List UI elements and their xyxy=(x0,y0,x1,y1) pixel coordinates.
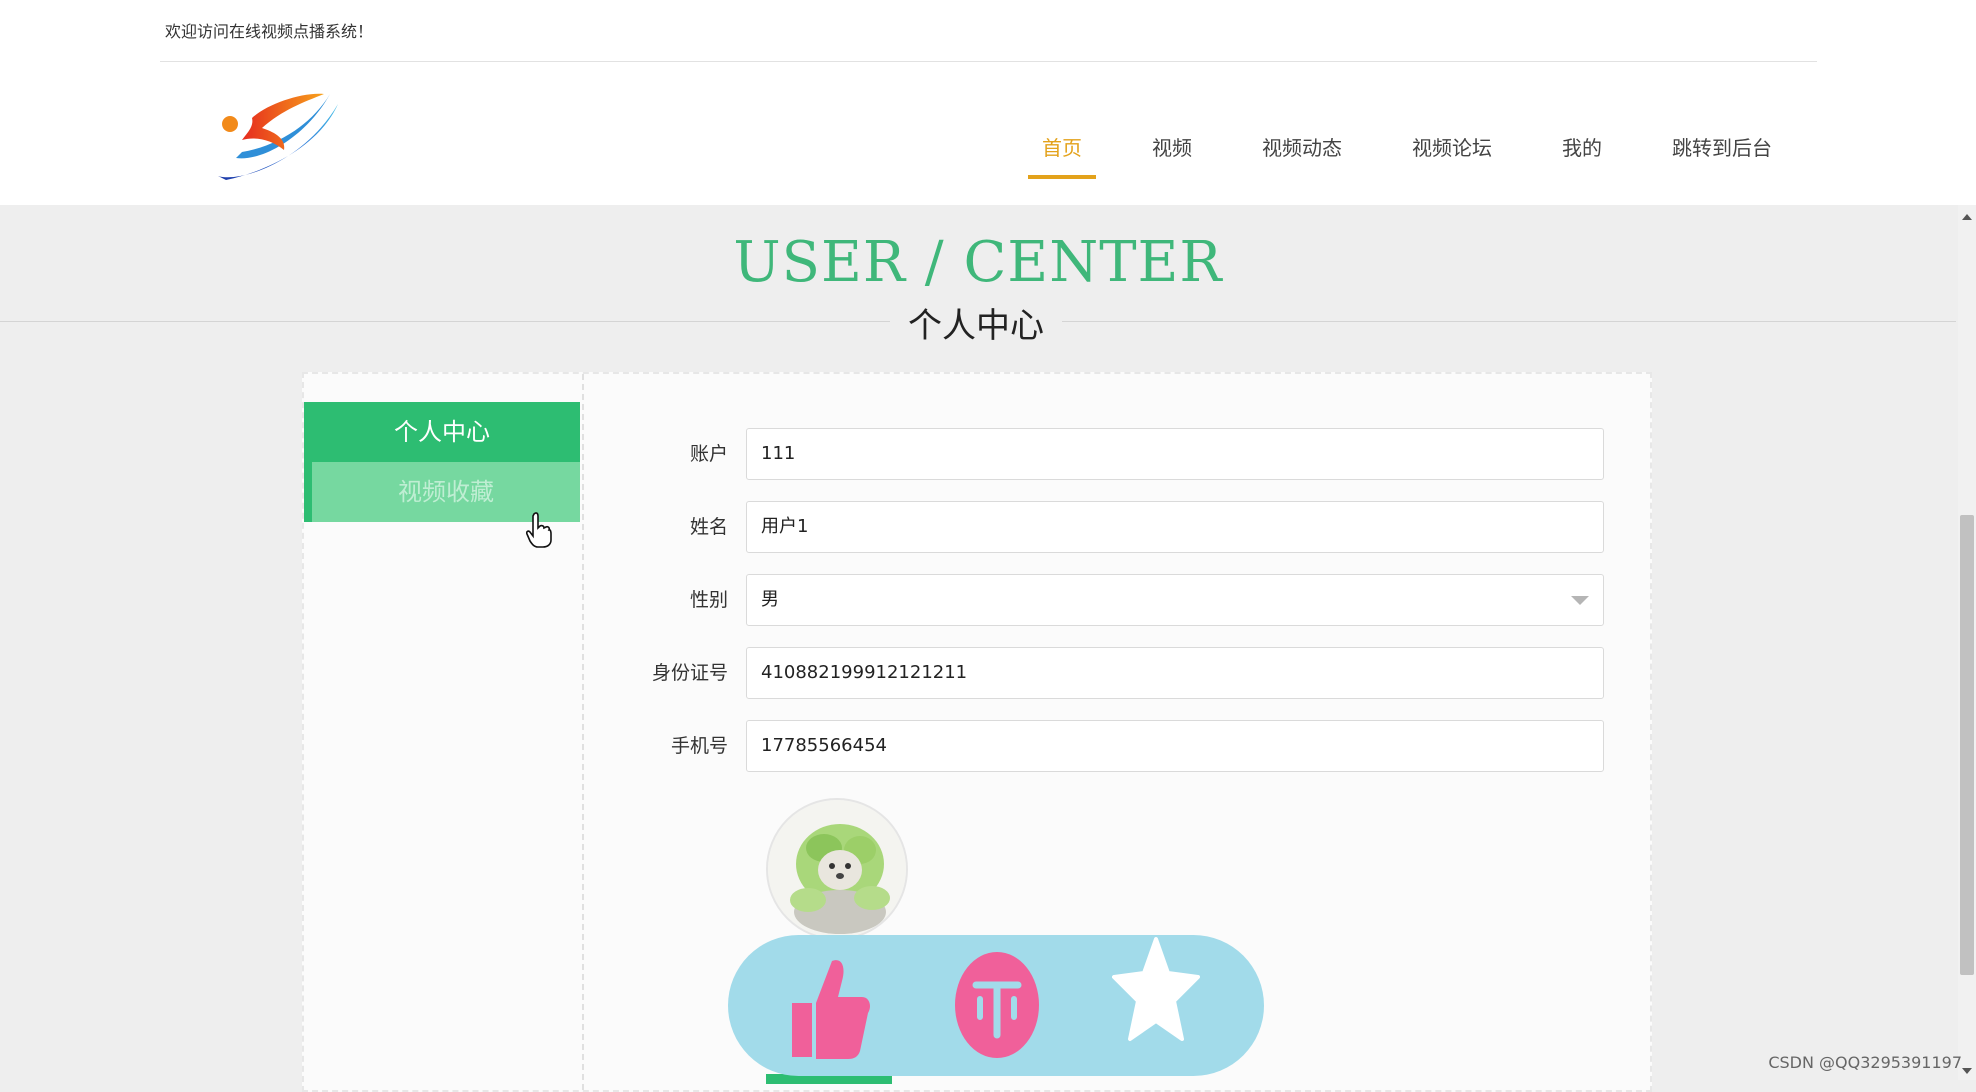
phone-label: 手机号 xyxy=(670,735,728,757)
avatar[interactable] xyxy=(766,798,908,940)
form-row-id-number: 身份证号 410882199912121211 xyxy=(634,647,1634,699)
id-number-label: 身份证号 xyxy=(651,662,728,684)
site-logo[interactable] xyxy=(212,84,347,186)
nav-video-news[interactable]: 视频动态 xyxy=(1248,124,1356,179)
welcome-text: 欢迎访问在线视频点播系统！ xyxy=(165,22,374,41)
form-row-account: 账户 111 xyxy=(634,428,1634,480)
nav-home[interactable]: 首页 xyxy=(1028,124,1096,179)
page-scrollbar[interactable] xyxy=(1958,205,1976,1080)
account-label: 账户 xyxy=(689,443,728,465)
star-icon[interactable] xyxy=(1112,935,1200,1047)
nav-admin[interactable]: 跳转到后台 xyxy=(1658,124,1786,179)
csdn-watermark: CSDN @QQ3295391197 xyxy=(1768,1053,1962,1072)
triple-action-overlay xyxy=(728,935,1264,1076)
scroll-down-arrow-icon[interactable] xyxy=(1962,1068,1972,1074)
main-nav: 首页 视频 视频动态 视频论坛 我的 跳转到后台 xyxy=(986,124,1786,179)
scrollbar-thumb[interactable] xyxy=(1960,515,1974,975)
coin-icon[interactable] xyxy=(954,951,1040,1063)
id-number-field[interactable]: 410882199912121211 xyxy=(746,647,1604,699)
thumbs-up-icon[interactable] xyxy=(788,955,872,1063)
form-row-name: 姓名 用户1 xyxy=(634,501,1634,553)
name-label: 姓名 xyxy=(689,516,728,538)
sidebar-item-profile[interactable]: 个人中心 xyxy=(304,402,580,462)
gender-selected-value: 男 xyxy=(761,589,779,610)
gender-select[interactable]: 男 xyxy=(746,574,1604,626)
header-divider xyxy=(160,61,1817,62)
user-sidebar: 个人中心 视频收藏 xyxy=(304,374,584,1090)
form-row-phone: 手机号 17785566454 xyxy=(634,720,1634,772)
name-field[interactable]: 用户1 xyxy=(746,501,1604,553)
chevron-down-icon xyxy=(1571,596,1589,605)
page-subtitle: 个人中心 xyxy=(890,298,1062,347)
form-row-gender: 性别 男 xyxy=(634,574,1634,626)
scroll-up-arrow-icon[interactable] xyxy=(1962,214,1972,220)
phone-field[interactable]: 17785566454 xyxy=(746,720,1604,772)
nav-video-forum[interactable]: 视频论坛 xyxy=(1398,124,1506,179)
logo-graphic-icon xyxy=(218,93,338,180)
nav-mine[interactable]: 我的 xyxy=(1548,124,1616,179)
page-title: USER / CENTER xyxy=(733,230,1223,295)
gender-label: 性别 xyxy=(689,589,728,611)
hand-pointer-cursor-icon xyxy=(525,512,552,552)
avatar-image-icon xyxy=(768,800,906,938)
nav-videos[interactable]: 视频 xyxy=(1138,124,1206,179)
site-header: 欢迎访问在线视频点播系统！ 首页 视频 视频动态 视频论坛 我的 跳转到后台 xyxy=(0,0,1976,205)
account-field[interactable]: 111 xyxy=(746,428,1604,480)
